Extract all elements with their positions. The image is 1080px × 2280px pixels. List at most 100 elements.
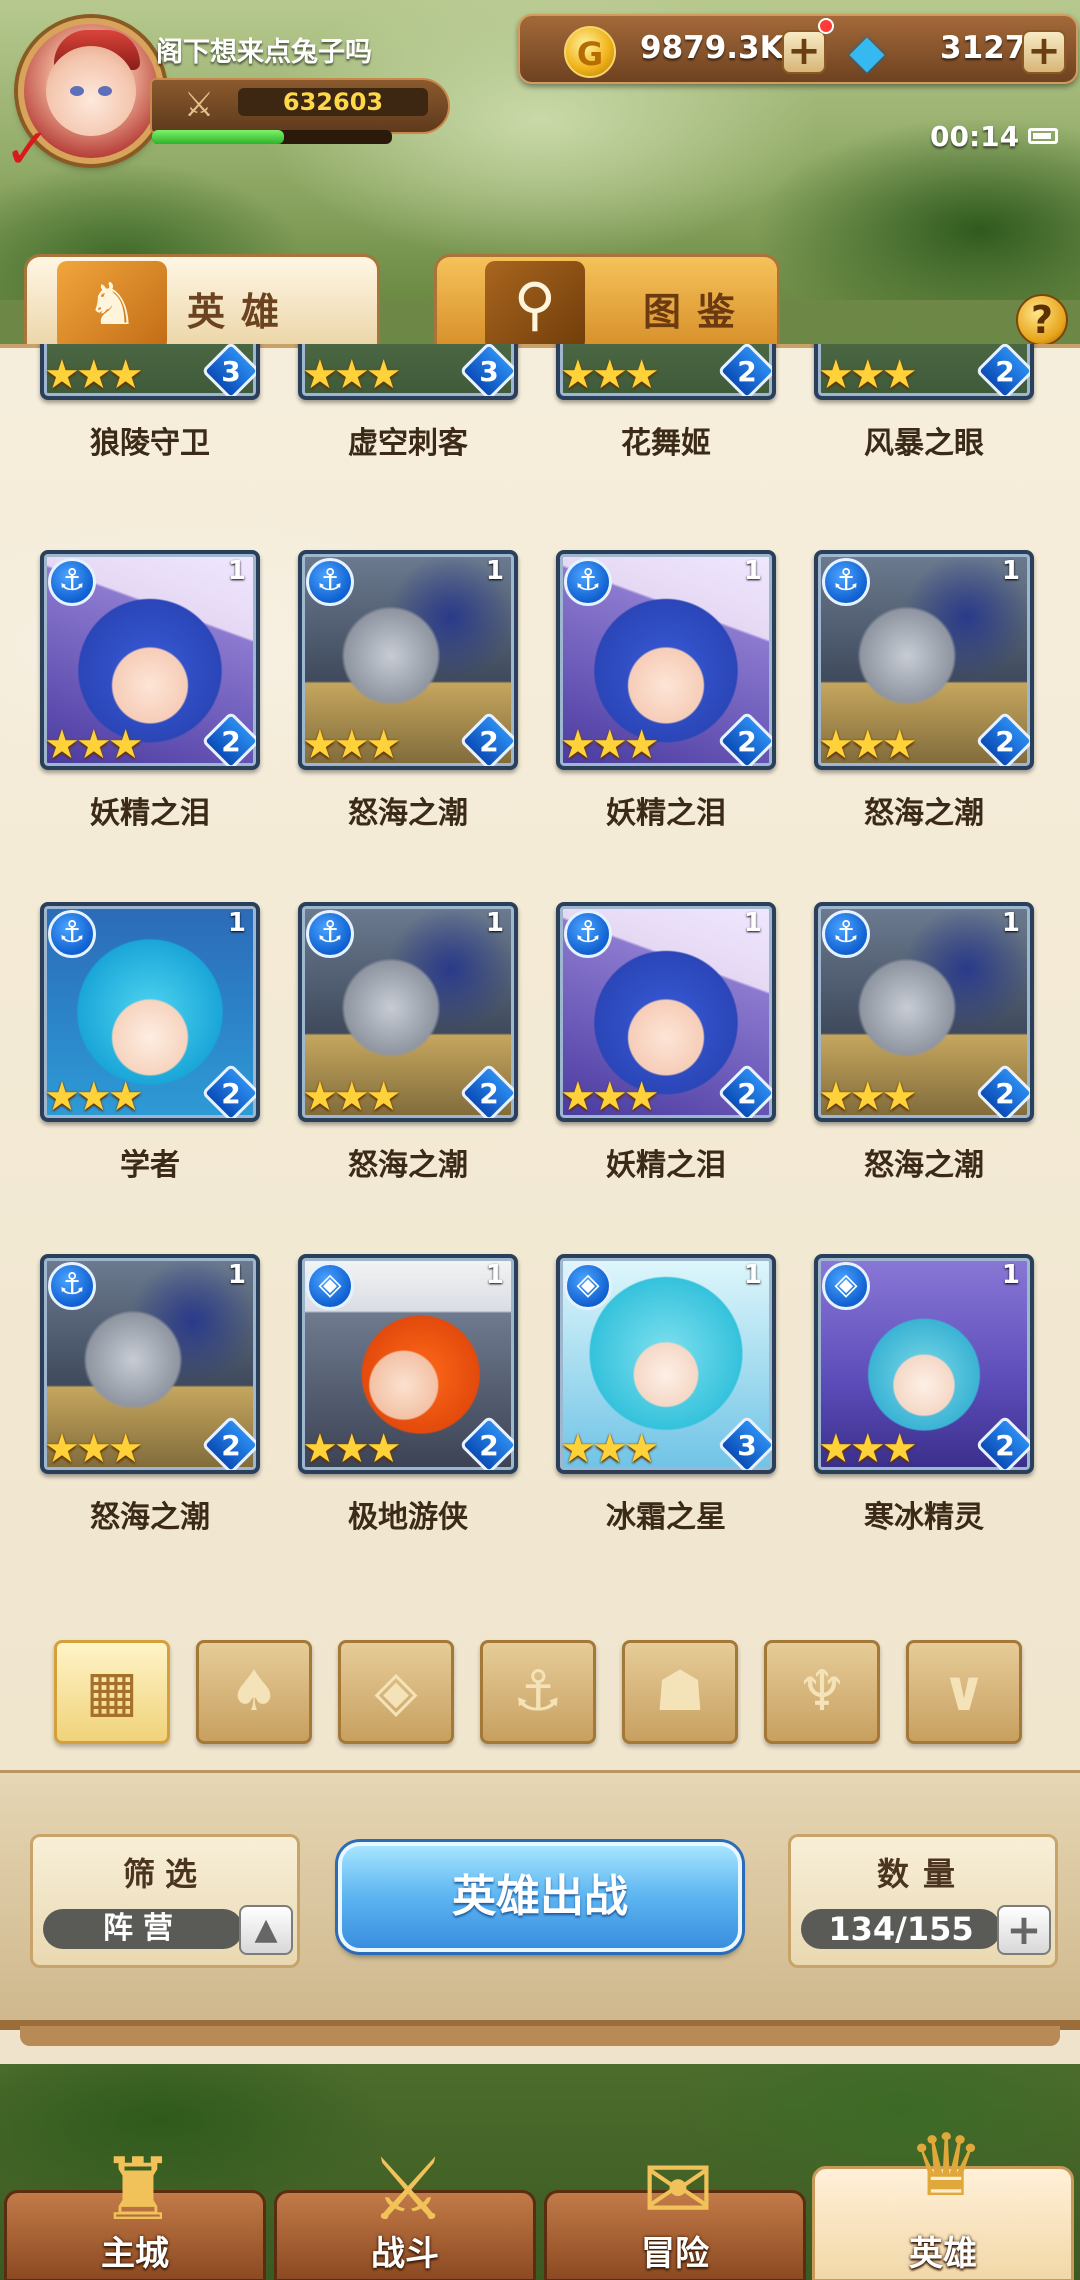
faction-anchor-icon[interactable]: ⚓ [480, 1640, 596, 1744]
tab-heroes-label: 英雄 [187, 290, 296, 334]
hero-count-panel: 数量 134/155 + [788, 1834, 1058, 1968]
hero-portrait: ⚓ 1 ★★★ 2 [40, 1254, 260, 1474]
hero-name: 花舞姬 [621, 426, 711, 461]
tab-heroes[interactable]: ♞ 英雄 [24, 254, 380, 351]
hero-card[interactable]: ◈ 1 ★★★ 2 寒冰精灵 [814, 1254, 1034, 1535]
hero-level: 1 [1001, 908, 1020, 938]
exp-bar-fill [152, 130, 284, 144]
grade-value: 2 [737, 355, 757, 388]
expand-capacity-button[interactable]: + [997, 1905, 1051, 1955]
star-rating: ★★★ [302, 1426, 402, 1472]
hero-card[interactable]: ⚓ 1 ★★★ 2 怒海之潮 [298, 550, 518, 831]
star-rating: ★★★ [560, 1074, 660, 1120]
hero-name: 怒海之潮 [864, 796, 984, 831]
tab-codex[interactable]: ⚲ 图鉴 [434, 254, 780, 351]
hero-card[interactable]: ◈ 1 ★★★ 3 冰霜之星 [556, 1254, 776, 1535]
hero-level: 1 [1001, 1260, 1020, 1290]
clock: 00:14 [930, 120, 1020, 153]
star-rating: ★★★ [302, 1074, 402, 1120]
hero-card[interactable]: ⚓ 1 ★★★ 2 妖精之泪 [556, 902, 776, 1183]
grade-badge: 2 [459, 1063, 514, 1118]
nav-item-helmet[interactable]: ♛ 英雄 [812, 2116, 1074, 2280]
hero-card[interactable]: ★★★ 2 花舞姬 [556, 344, 776, 461]
checkmark-icon: ✓ [4, 117, 51, 182]
grade-value: 2 [479, 1077, 499, 1110]
hero-name: 怒海之潮 [90, 1500, 210, 1535]
nav-label: 主城 [101, 2234, 169, 2274]
hero-portrait: ⚓ 1 ★★★ 2 [814, 902, 1034, 1122]
hero-level: 1 [485, 908, 504, 938]
nav-item-swords[interactable]: ⚔ 战斗 [274, 2140, 536, 2280]
hero-card[interactable]: ⚓ 1 ★★★ 2 妖精之泪 [40, 550, 260, 831]
star-rating: ★★★ [560, 1426, 660, 1472]
nav-item-castle[interactable]: ♜ 主城 [4, 2140, 266, 2280]
faction-filter-select[interactable]: 阵营 [43, 1909, 243, 1949]
hero-card[interactable]: ⚓ 1 ★★★ 2 怒海之潮 [40, 1254, 260, 1535]
grade-value: 2 [479, 725, 499, 758]
faction-diamond-icon[interactable]: ◈ [338, 1640, 454, 1744]
grade-value: 2 [479, 1429, 499, 1462]
hero-card[interactable]: ⚓ 1 ★★★ 2 怒海之潮 [814, 550, 1034, 831]
nav-label: 冒险 [641, 2234, 709, 2274]
grade-value: 2 [995, 1077, 1015, 1110]
hero-level: 1 [743, 1260, 762, 1290]
hero-name: 学者 [120, 1148, 180, 1183]
grade-badge: 3 [717, 1415, 772, 1470]
add-gold-button[interactable]: + [782, 30, 826, 74]
faction-leaf-icon[interactable]: ♠ [196, 1640, 312, 1744]
grade-badge: 3 [459, 344, 514, 396]
hero-card[interactable]: ★★★ 2 风暴之眼 [814, 344, 1034, 461]
add-gems-button[interactable]: + [1022, 30, 1066, 74]
hero-card[interactable]: ◈ 1 ★★★ 2 极地游侠 [298, 1254, 518, 1535]
hero-card[interactable]: ⚓ 1 ★★★ 2 妖精之泪 [556, 550, 776, 831]
hero-card[interactable]: ⚓ 1 ★★★ 2 怒海之潮 [298, 902, 518, 1183]
helmet-icon: ♛ [907, 2116, 985, 2216]
hero-card[interactable]: ⚓ 1 ★★★ 2 学者 [40, 902, 260, 1183]
nav-item-scroll[interactable]: ✉ 冒险 [544, 2140, 806, 2280]
grade-badge: 2 [717, 344, 772, 396]
filter-title: 筛选 [122, 1855, 207, 1893]
gold-value: 9879.3K [640, 30, 784, 66]
star-rating: ★★★ [44, 722, 144, 768]
star-rating: ★★★ [818, 352, 918, 398]
help-button[interactable]: ? [1016, 294, 1068, 346]
grade-badge: 2 [975, 344, 1030, 396]
grade-badge: 2 [975, 1415, 1030, 1470]
hero-portrait: ◈ 1 ★★★ 2 [298, 1254, 518, 1474]
star-rating: ★★★ [44, 352, 144, 398]
hero-portrait: ⚓ 1 ★★★ 2 [556, 550, 776, 770]
hero-name: 怒海之潮 [864, 1148, 984, 1183]
hero-portrait: ⚓ 1 ★★★ 2 [298, 550, 518, 770]
anchor-class-icon: ⚓ [564, 558, 612, 606]
hero-level: 1 [485, 1260, 504, 1290]
faction-grid-icon[interactable]: ▦ [54, 1640, 170, 1744]
gold-coin-icon: G [564, 26, 616, 78]
grade-value: 2 [737, 1077, 757, 1110]
hero-grid[interactable]: ★★★ 3 狼陵守卫 ★★★ 3 虚空刺客 ★★★ 2 花舞姬 ★★★ 2 风暴之眼 ⚓ 1 ★★★ 2 妖精之… [0, 344, 1080, 1574]
faction-demon-icon[interactable]: ♆ [764, 1640, 880, 1744]
grade-value: 2 [995, 725, 1015, 758]
hero-level: 1 [227, 908, 246, 938]
star-rating: ★★★ [302, 722, 402, 768]
deploy-heroes-button[interactable]: 英雄出战 [338, 1842, 742, 1952]
hero-card[interactable]: ★★★ 3 狼陵守卫 [40, 344, 260, 461]
hero-card[interactable]: ★★★ 3 虚空刺客 [298, 344, 518, 461]
grade-value: 2 [221, 725, 241, 758]
grade-badge: 2 [717, 1063, 772, 1118]
grid-icon: ▦ [85, 1659, 139, 1724]
hero-name: 虚空刺客 [348, 426, 468, 461]
hero-level: 1 [227, 556, 246, 586]
faction-filter-bar: ▦ ♠ ◈ ⚓ ☗ ♆ ∨ [54, 1640, 1034, 1744]
hero-name: 妖精之泪 [606, 1148, 726, 1183]
hero-portrait: ⚓ 1 ★★★ 2 [40, 902, 260, 1122]
crossed-swords-icon: ⚔ [183, 85, 215, 125]
battery-icon [1028, 128, 1058, 144]
chevron-up-icon[interactable]: ▲ [239, 1905, 293, 1955]
faction-beast-icon[interactable]: ☗ [622, 1640, 738, 1744]
hero-portrait: ★★★ 3 [40, 344, 260, 400]
nav-label: 战斗 [371, 2234, 439, 2274]
hero-level: 1 [1001, 556, 1020, 586]
hero-card[interactable]: ⚓ 1 ★★★ 2 怒海之潮 [814, 902, 1034, 1183]
grade-badge: 3 [201, 344, 256, 396]
faction-wing-icon[interactable]: ∨ [906, 1640, 1022, 1744]
